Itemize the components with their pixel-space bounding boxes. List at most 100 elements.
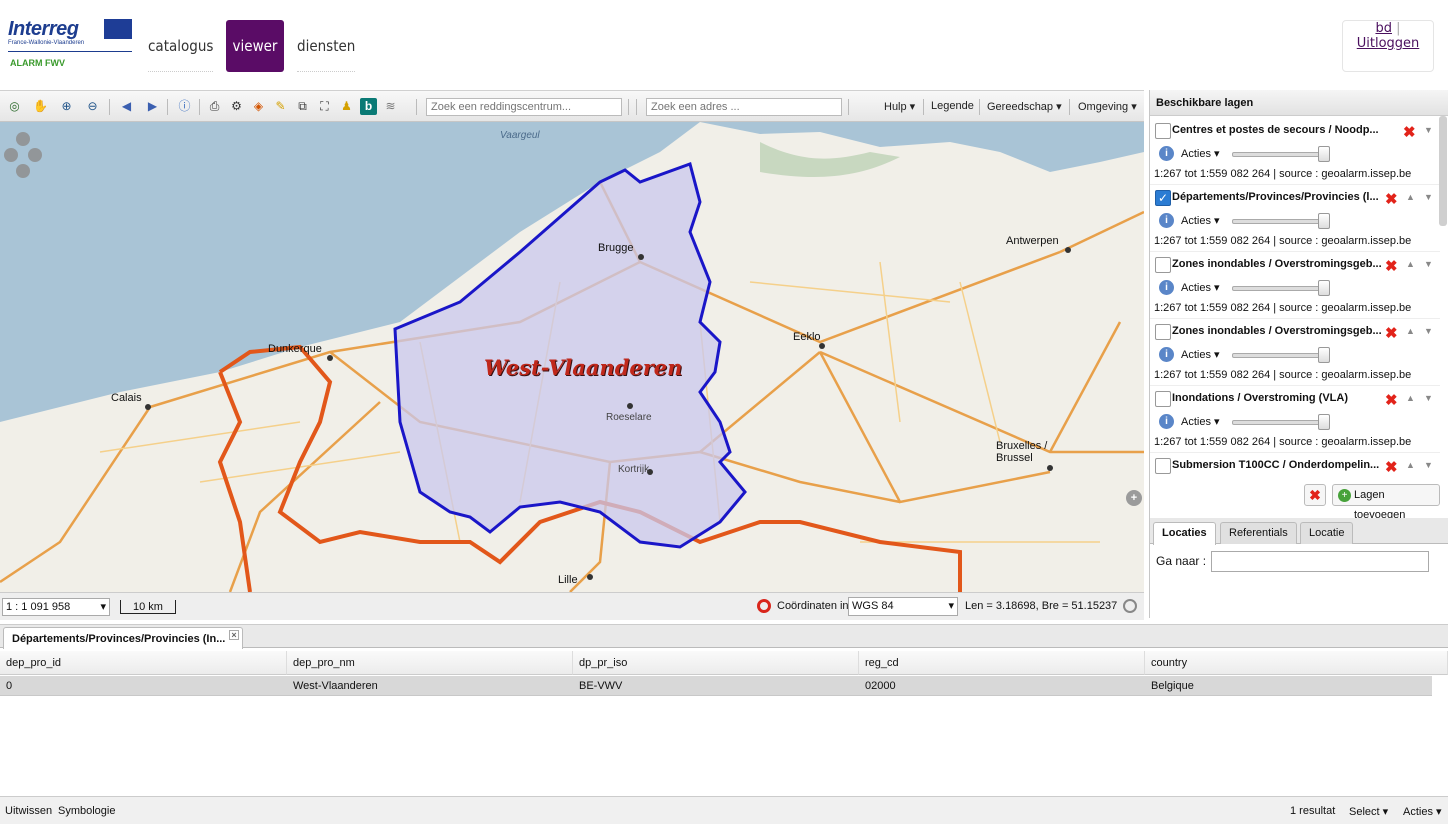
select-menu[interactable]: Select ▾ [1349,805,1388,818]
move-down-icon[interactable]: ▼ [1424,259,1433,269]
fullscreen-icon[interactable]: ⛶ [316,98,333,115]
move-up-icon[interactable]: ▲ [1406,192,1415,202]
layer-actions-menu[interactable]: Acties ▾ [1181,415,1220,428]
move-up-icon[interactable]: ▲ [1406,259,1415,269]
zoom-out-icon[interactable]: ⊖ [84,98,101,115]
remove-layer-icon[interactable]: ✖ [1385,190,1398,208]
remove-layer-icon[interactable]: ✖ [1385,324,1398,342]
nav-diensten[interactable]: diensten [297,20,355,72]
opacity-slider-handle[interactable] [1318,280,1330,296]
delete-layers-button[interactable]: ✖ [1304,484,1326,506]
layer-checkbox[interactable] [1155,324,1171,340]
column-header[interactable]: country [1145,651,1448,675]
move-down-icon[interactable]: ▼ [1424,393,1433,403]
target-icon[interactable] [757,599,771,613]
scale-select[interactable]: 1 : 1 091 958 ▾ [2,598,110,616]
layer-checkbox[interactable] [1155,123,1171,139]
select-icon[interactable]: ⧉ [294,98,311,115]
goto-input[interactable] [1211,551,1429,572]
layer-actions-menu[interactable]: Acties ▾ [1181,147,1220,160]
pan-up-icon[interactable] [16,132,30,146]
close-icon[interactable]: × [229,630,239,640]
search-address-input[interactable] [646,98,842,116]
table-cell[interactable]: BE-VWV [573,676,859,696]
layer-actions-menu[interactable]: Acties ▾ [1181,281,1220,294]
pan-icon[interactable]: ✋ [32,98,49,115]
add-layers-button[interactable]: + Lagen toevoegen [1332,484,1440,521]
move-down-icon[interactable]: ▼ [1424,192,1433,202]
logout-link[interactable]: Uitloggen [1357,36,1420,51]
nav-viewer[interactable]: viewer [226,20,284,72]
opacity-slider[interactable] [1232,420,1328,425]
layer-info-icon[interactable]: i [1159,146,1174,161]
move-up-icon[interactable]: ▲ [1406,460,1415,470]
interreg-logo[interactable]: Interreg France-Wallonie-Vlaanderen ALAR… [8,18,134,70]
symbology-button[interactable]: Symbologie [58,805,115,817]
search-rescue-input[interactable] [426,98,622,116]
locate-icon[interactable] [1123,599,1137,613]
pan-left-icon[interactable] [4,148,18,162]
layer-actions-menu[interactable]: Acties ▾ [1181,214,1220,227]
pan-control[interactable] [4,132,42,186]
opacity-slider[interactable] [1232,353,1328,358]
opacity-slider-handle[interactable] [1318,414,1330,430]
opacity-slider-handle[interactable] [1318,213,1330,229]
layers-scrollbar[interactable] [1439,116,1447,226]
menu-legende[interactable]: Legende [931,100,974,112]
move-down-icon[interactable]: ▼ [1424,125,1433,135]
bing-icon[interactable]: b [360,98,377,115]
pan-down-icon[interactable] [16,164,30,178]
menu-hulp[interactable]: Hulp ▾ [884,100,915,113]
remove-layer-icon[interactable]: ✖ [1403,123,1416,141]
remove-layer-icon[interactable]: ✖ [1385,257,1398,275]
zoom-in-icon[interactable]: ⊕ [58,98,75,115]
streetview-icon[interactable]: ♟ [338,98,355,115]
column-header[interactable]: dep_pro_nm [287,651,573,675]
forward-icon[interactable]: ▶ [144,98,161,115]
clear-button[interactable]: Uitwissen [5,805,52,817]
layer-info-icon[interactable]: i [1159,213,1174,228]
tab-locatie[interactable]: Locatie [1300,522,1354,544]
remove-layer-icon[interactable]: ✖ [1385,391,1398,409]
layer-checkbox[interactable] [1155,257,1171,273]
opacity-slider[interactable] [1232,152,1328,157]
layer-info-icon[interactable]: i [1159,280,1174,295]
print-icon[interactable]: ⎙ [206,98,223,115]
opacity-slider-handle[interactable] [1318,146,1330,162]
layer-actions-menu[interactable]: Acties ▾ [1181,348,1220,361]
move-up-icon[interactable]: ▲ [1406,393,1415,403]
map-add-icon[interactable]: + [1126,490,1142,506]
layer-checkbox[interactable]: ✓ [1155,190,1171,206]
layer-info-icon[interactable]: i [1159,414,1174,429]
draw-icon[interactable]: ✎ [272,98,289,115]
tab-results-provinces[interactable]: Départements/Provinces/Provincies (In...… [3,627,243,649]
opacity-slider[interactable] [1232,286,1328,291]
table-cell[interactable]: 02000 [859,676,1145,696]
coord-system-select[interactable]: WGS 84 ▾ [848,597,958,616]
info-icon[interactable]: ⓘ [176,98,193,115]
column-header[interactable]: dep_pro_id [0,651,287,675]
remove-layer-icon[interactable]: ✖ [1385,458,1398,476]
opacity-slider[interactable] [1232,219,1328,224]
table-cell[interactable]: 0 [0,676,287,696]
user-link[interactable]: bd [1375,21,1392,36]
table-cell[interactable]: West-Vlaanderen [287,676,573,696]
column-header[interactable]: reg_cd [859,651,1145,675]
opacity-slider-handle[interactable] [1318,347,1330,363]
table-cell[interactable]: Belgique [1145,676,1432,696]
move-down-icon[interactable]: ▼ [1424,460,1433,470]
zoom-extent-icon[interactable]: ◎ [6,98,23,115]
layers-icon[interactable]: ≋ [382,98,399,115]
settings-icon[interactable]: ⚙ [228,98,245,115]
move-down-icon[interactable]: ▼ [1424,326,1433,336]
move-up-icon[interactable]: ▲ [1406,326,1415,336]
tab-locaties[interactable]: Locaties [1153,522,1216,545]
menu-omgeving[interactable]: Omgeving ▾ [1078,100,1137,113]
measure-icon[interactable]: ◈ [250,98,267,115]
actions-menu[interactable]: Acties ▾ [1403,805,1442,818]
layer-checkbox[interactable] [1155,391,1171,407]
nav-catalogus[interactable]: catalogus [148,20,213,72]
pan-right-icon[interactable] [28,148,42,162]
back-icon[interactable]: ◀ [118,98,135,115]
layer-info-icon[interactable]: i [1159,347,1174,362]
